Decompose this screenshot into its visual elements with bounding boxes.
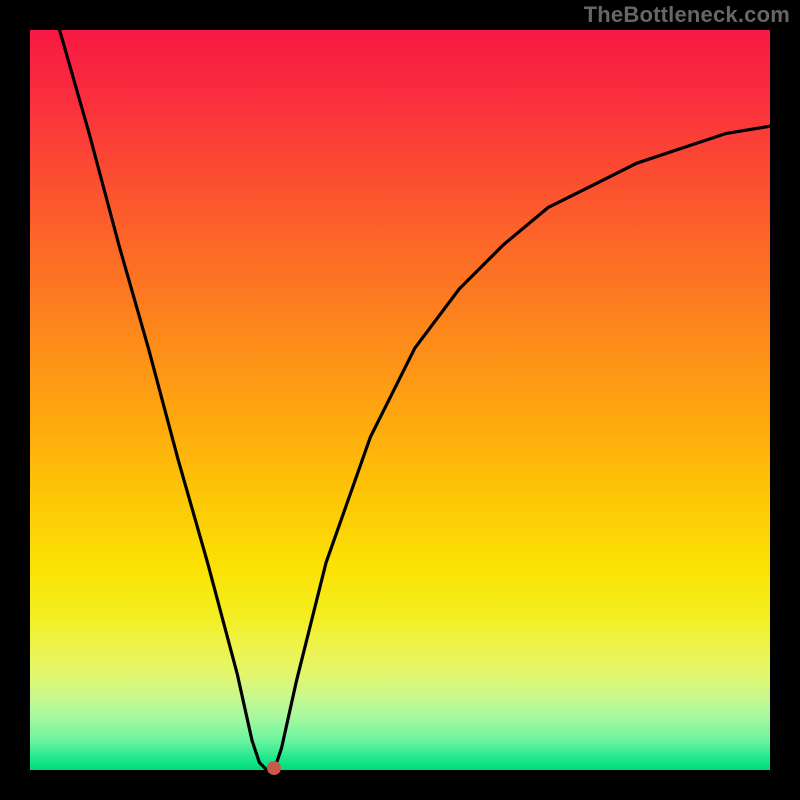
bottleneck-curve <box>60 30 770 770</box>
plot-area <box>30 30 770 770</box>
optimal-point-marker <box>267 761 281 775</box>
curve-svg <box>30 30 770 770</box>
watermark-text: TheBottleneck.com <box>584 2 790 28</box>
chart-frame: TheBottleneck.com <box>0 0 800 800</box>
